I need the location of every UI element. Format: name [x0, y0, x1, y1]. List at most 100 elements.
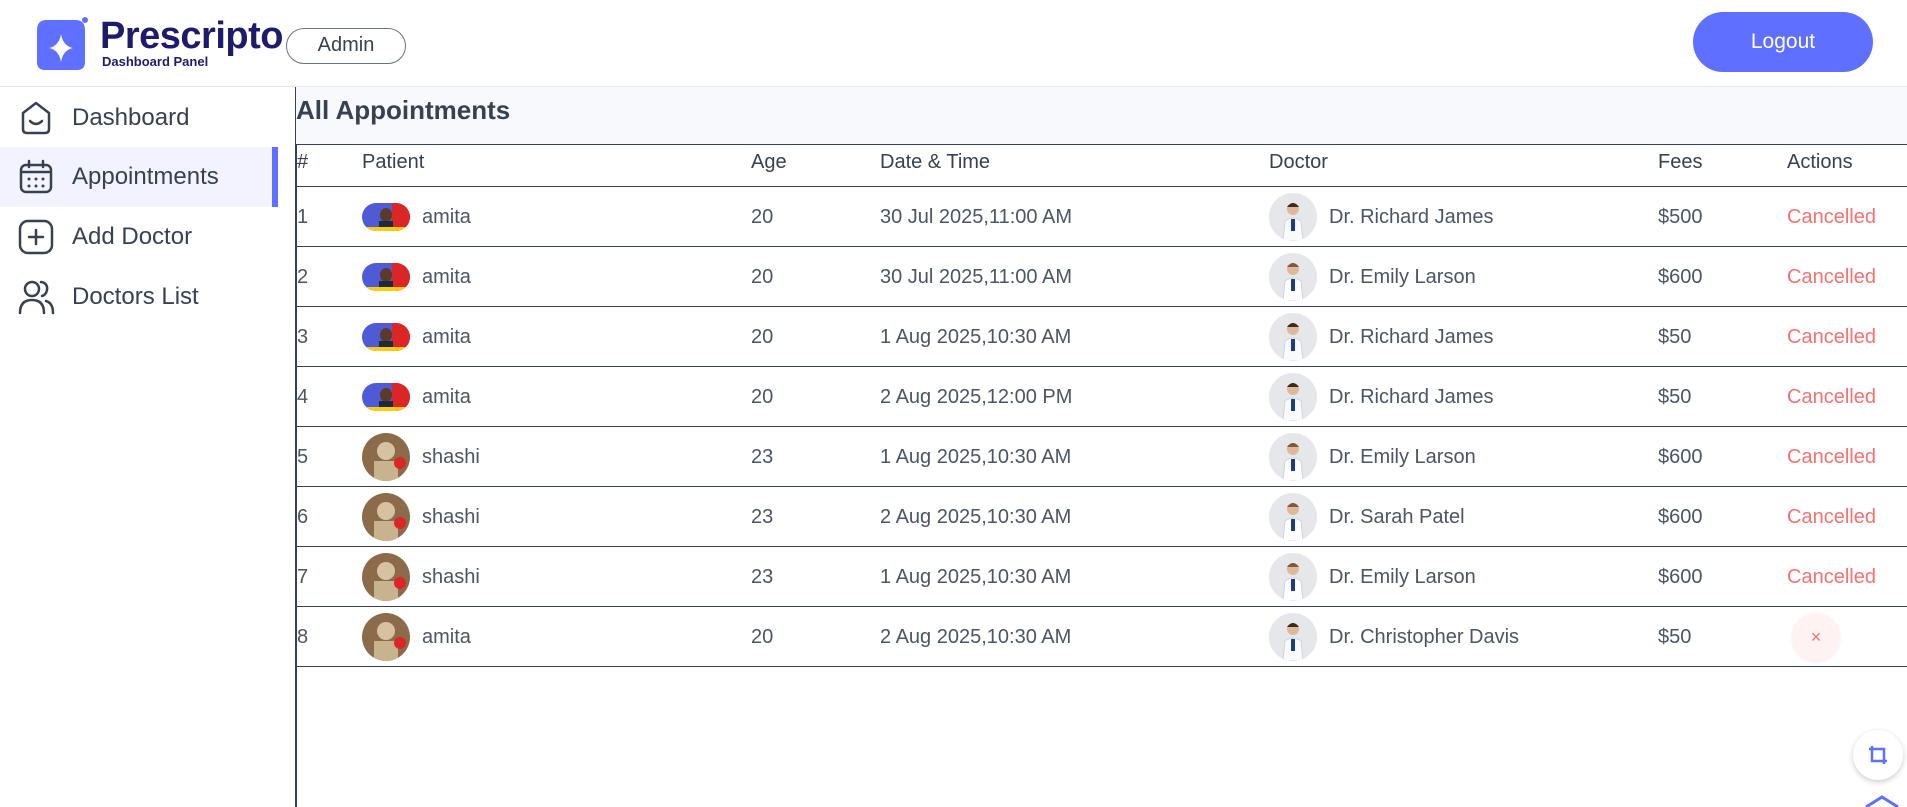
- table-row: 1 amita 20 30 Jul 2025,11:00 AM Dr. Richard …: [297, 187, 1907, 247]
- doctor-name: Dr. Emily Larson: [1329, 446, 1476, 468]
- table-row: 3 amita 20 1 Aug 2025,10:30 AM Dr. Richard J…: [297, 307, 1907, 367]
- crop-icon: [1869, 746, 1887, 764]
- role-badge: Admin: [286, 28, 406, 64]
- appointment-fee: $50: [1658, 326, 1692, 348]
- status-badge: Cancelled: [1787, 566, 1876, 588]
- patient-avatar: [362, 493, 410, 541]
- widget-corner-icon: [1865, 795, 1899, 807]
- row-number: 6: [297, 506, 309, 528]
- patient-avatar: [362, 203, 410, 231]
- appointment-datetime: 30 Jul 2025,11:00 AM: [880, 266, 1072, 288]
- status-badge: Cancelled: [1787, 446, 1876, 468]
- appointment-fee: $500: [1658, 206, 1703, 228]
- sidebar-item-label: Add Doctor: [72, 223, 193, 250]
- row-number: 5: [297, 446, 309, 468]
- table-row: 5 shashi 23 1 Aug 2025,10:30 AM Dr. Emily La…: [297, 427, 1907, 487]
- patient-name: amita: [422, 266, 471, 288]
- patient-age: 23: [751, 506, 774, 528]
- appointment-datetime: 2 Aug 2025,12:00 PM: [880, 386, 1073, 408]
- doctor-name: Dr. Christopher Davis: [1329, 626, 1520, 648]
- row-number: 4: [297, 386, 309, 408]
- people-icon: [18, 280, 55, 315]
- row-number: 3: [297, 326, 309, 348]
- patient-name: shashi: [422, 506, 480, 528]
- appointment-fee: $50: [1658, 386, 1692, 408]
- top-header: Prescripto Dashboard Panel Admin Logout: [0, 0, 1907, 87]
- doctor-name: Dr. Emily Larson: [1329, 266, 1476, 288]
- patient-age: 23: [751, 566, 774, 588]
- status-badge: Cancelled: [1787, 506, 1876, 528]
- doctor-name: Dr. Richard James: [1329, 326, 1494, 348]
- column-header: Fees: [1658, 151, 1703, 173]
- patient-name: amita: [422, 386, 471, 408]
- doctor-avatar: [1269, 553, 1317, 601]
- column-header: Patient: [362, 151, 425, 173]
- patient-avatar: [362, 433, 410, 481]
- sidebar-item-dashboard[interactable]: Dashboard: [0, 88, 278, 148]
- appointment-fee: $600: [1658, 506, 1703, 528]
- brand-subtitle: Dashboard Panel: [102, 54, 209, 69]
- column-header: Age: [751, 151, 787, 173]
- patient-name: shashi: [422, 446, 480, 468]
- appointments-table: # Patient Age Date & Time Doctor Fees Ac…: [296, 144, 1907, 807]
- logout-button[interactable]: Logout: [1693, 12, 1873, 72]
- doctor-name: Dr. Sarah Patel: [1329, 506, 1465, 528]
- patient-avatar: [362, 383, 410, 411]
- patient-age: 20: [751, 626, 774, 648]
- appointment-fee: $600: [1658, 266, 1703, 288]
- status-badge: Cancelled: [1787, 206, 1876, 228]
- brand-name: Prescripto: [100, 15, 283, 57]
- doctor-avatar: [1269, 613, 1317, 661]
- table-row: 4 amita 20 2 Aug 2025,12:00 PM Dr. Richard J…: [297, 367, 1907, 427]
- doctor-avatar: [1269, 253, 1317, 301]
- status-badge: Cancelled: [1787, 326, 1876, 348]
- appointment-datetime: 2 Aug 2025,10:30 AM: [880, 506, 1072, 528]
- main-content: All Appointments # Patient Age Date & Ti…: [296, 87, 1907, 807]
- sidebar-item-add-doctor[interactable]: Add Doctor: [0, 207, 278, 267]
- appointment-datetime: 30 Jul 2025,11:00 AM: [880, 206, 1072, 228]
- calendar-icon: [19, 159, 53, 194]
- patient-avatar: [362, 263, 410, 291]
- patient-age: 23: [751, 446, 774, 468]
- doctor-avatar: [1269, 373, 1317, 421]
- patient-age: 20: [751, 386, 774, 408]
- patient-name: shashi: [422, 566, 480, 588]
- sidebar-item-doctors-list[interactable]: Doctors List: [0, 267, 278, 327]
- appointment-fee: $50: [1658, 626, 1692, 648]
- appointment-fee: $600: [1658, 566, 1703, 588]
- row-number: 2: [297, 266, 309, 288]
- table-row: 2 amita 20 30 Jul 2025,11:00 AM Dr. Emily La…: [297, 247, 1907, 307]
- home-icon: [21, 101, 51, 135]
- patient-avatar: [362, 553, 410, 601]
- row-number: 1: [297, 206, 309, 228]
- column-header: Date & Time: [880, 151, 991, 173]
- add-icon: [18, 219, 54, 255]
- appointment-datetime: 1 Aug 2025,10:30 AM: [880, 326, 1072, 348]
- doctor-name: Dr. Emily Larson: [1329, 566, 1476, 588]
- status-badge: Cancelled: [1787, 266, 1876, 288]
- table-row: 7 shashi 23 1 Aug 2025,10:30 AM Dr. Emily La…: [297, 547, 1907, 607]
- patient-age: 20: [751, 326, 774, 348]
- row-number: 8: [297, 626, 309, 648]
- patient-avatar: [362, 613, 410, 661]
- status-badge: Cancelled: [1787, 386, 1876, 408]
- sidebar-item-appointments[interactable]: Appointments: [0, 147, 278, 207]
- patient-name: amita: [422, 326, 471, 348]
- column-header: Actions: [1787, 151, 1853, 173]
- appointment-datetime: 1 Aug 2025,10:30 AM: [880, 446, 1072, 468]
- table-row: 8 amita 20 2 Aug 2025,10:30 AM Dr. Christoph…: [297, 607, 1907, 667]
- sidebar-item-label: Doctors List: [72, 283, 199, 310]
- table-header: # Patient Age Date & Time Doctor Fees Ac…: [297, 145, 1907, 187]
- crop-tool-button[interactable]: [1853, 730, 1903, 780]
- table-row: 6 shashi 23 2 Aug 2025,10:30 AM Dr. Sarah Pa…: [297, 487, 1907, 547]
- cancel-appointment-button[interactable]: ×: [1792, 613, 1840, 661]
- column-header: Doctor: [1269, 151, 1328, 173]
- doctor-name: Dr. Richard James: [1329, 206, 1494, 228]
- patient-avatar: [362, 323, 410, 351]
- sidebar-item-label: Dashboard: [72, 104, 190, 131]
- appointment-fee: $600: [1658, 446, 1703, 468]
- patient-age: 20: [751, 206, 774, 228]
- column-header: #: [297, 151, 309, 173]
- prescripto-logo-icon: [37, 17, 88, 70]
- appointment-datetime: 2 Aug 2025,10:30 AM: [880, 626, 1072, 648]
